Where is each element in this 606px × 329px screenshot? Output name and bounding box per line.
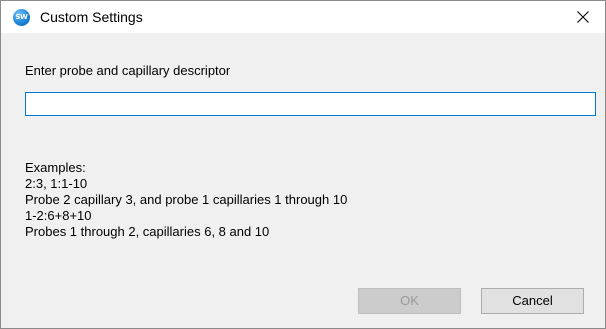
ok-button[interactable]: OK xyxy=(358,288,461,314)
close-icon xyxy=(577,11,589,23)
custom-settings-dialog: SW Custom Settings Enter probe and capil… xyxy=(0,0,606,329)
examples-block: Examples: 2:3, 1:1-10 Probe 2 capillary … xyxy=(25,160,347,240)
window-title: Custom Settings xyxy=(40,9,143,25)
descriptor-input[interactable] xyxy=(25,92,596,116)
cancel-button[interactable]: Cancel xyxy=(481,288,584,314)
example-line: 1-2:6+8+10 xyxy=(25,208,92,223)
example-line: 2:3, 1:1-10 xyxy=(25,176,88,191)
title-bar: SW Custom Settings xyxy=(1,1,605,33)
example-line: Probes 1 through 2, capillaries 6, 8 and… xyxy=(25,224,270,239)
close-button[interactable] xyxy=(561,1,605,33)
app-logo-icon: SW xyxy=(13,9,30,26)
example-line: Probe 2 capillary 3, and probe 1 capilla… xyxy=(25,192,348,207)
descriptor-prompt-label: Enter probe and capillary descriptor xyxy=(25,63,231,78)
examples-heading: Examples: xyxy=(25,160,86,175)
